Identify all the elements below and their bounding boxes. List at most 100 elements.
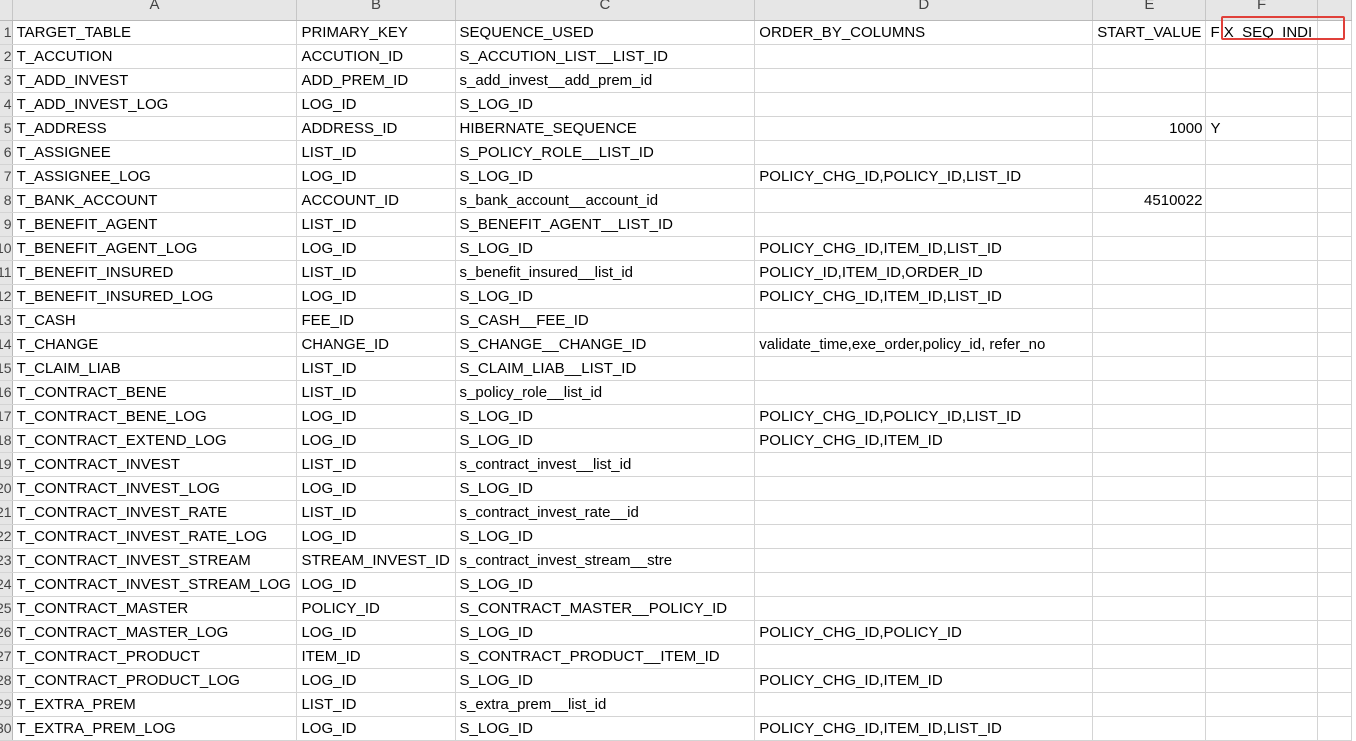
cell[interactable]	[1092, 692, 1207, 717]
cell[interactable]	[1317, 572, 1353, 597]
cell[interactable]: LIST_ID	[296, 500, 456, 525]
row-header[interactable]: 18	[0, 428, 13, 453]
cell[interactable]	[1092, 308, 1207, 333]
cell[interactable]	[1205, 716, 1318, 741]
cell[interactable]	[1317, 116, 1353, 141]
cell[interactable]	[1205, 668, 1318, 693]
row-header[interactable]: 28	[0, 668, 13, 693]
cell[interactable]: T_BANK_ACCOUNT	[12, 188, 298, 213]
cell[interactable]: S_CLAIM_LIAB__LIST_ID	[455, 356, 756, 381]
cell[interactable]	[754, 140, 1094, 165]
cell[interactable]	[1205, 500, 1318, 525]
cell[interactable]	[754, 356, 1094, 381]
cell[interactable]: T_CONTRACT_BENE_LOG	[12, 404, 298, 429]
cell[interactable]: S_LOG_ID	[455, 572, 756, 597]
cell[interactable]: T_CONTRACT_INVEST	[12, 452, 298, 477]
cell[interactable]: T_ASSIGNEE_LOG	[12, 164, 298, 189]
cell[interactable]	[1317, 68, 1353, 93]
cell[interactable]	[1317, 356, 1353, 381]
row-header[interactable]: 10	[0, 236, 13, 261]
cell[interactable]: T_BENEFIT_INSURED_LOG	[12, 284, 298, 309]
cell[interactable]	[1317, 188, 1353, 213]
cell[interactable]	[1205, 164, 1318, 189]
cell[interactable]	[1205, 452, 1318, 477]
cell[interactable]	[1205, 44, 1318, 69]
cell[interactable]	[1317, 236, 1353, 261]
cell[interactable]: LIST_ID	[296, 356, 456, 381]
cell[interactable]: LIST_ID	[296, 380, 456, 405]
cell[interactable]	[1205, 404, 1318, 429]
cell[interactable]: LOG_ID	[296, 716, 456, 741]
row-header[interactable]: 3	[0, 68, 13, 93]
cell[interactable]: T_CHANGE	[12, 332, 298, 357]
row-header[interactable]: 21	[0, 500, 13, 525]
cell[interactable]: T_CONTRACT_INVEST_LOG	[12, 476, 298, 501]
cell[interactable]: S_POLICY_ROLE__LIST_ID	[455, 140, 756, 165]
column-header-f[interactable]: F	[1205, 0, 1318, 21]
row-header[interactable]: 15	[0, 356, 13, 381]
cell[interactable]	[1205, 308, 1318, 333]
cell[interactable]	[1092, 452, 1207, 477]
cell[interactable]: S_LOG_ID	[455, 476, 756, 501]
cell[interactable]: FEE_ID	[296, 308, 456, 333]
cell[interactable]	[1092, 548, 1207, 573]
row-header[interactable]: 6	[0, 140, 13, 165]
cell[interactable]: validate_time,exe_order,policy_id, refer…	[754, 332, 1094, 357]
cell[interactable]: T_ADD_INVEST_LOG	[12, 92, 298, 117]
cell[interactable]: T_CONTRACT_PRODUCT	[12, 644, 298, 669]
cell[interactable]	[1205, 236, 1318, 261]
cell[interactable]	[754, 548, 1094, 573]
cell[interactable]	[1092, 164, 1207, 189]
spreadsheet-grid[interactable]: A B C D E F 1 TARGET_TABLE PRIMARY_KEY SEQU…	[0, 0, 1353, 741]
cell[interactable]	[1092, 716, 1207, 741]
cell[interactable]	[1092, 332, 1207, 357]
cell[interactable]: 1000	[1092, 116, 1207, 141]
cell[interactable]	[1205, 596, 1318, 621]
cell[interactable]	[1205, 332, 1318, 357]
cell[interactable]: LIST_ID	[296, 140, 456, 165]
column-header-g[interactable]	[1317, 0, 1353, 21]
cell[interactable]: S_CASH__FEE_ID	[455, 308, 756, 333]
cell[interactable]: T_CONTRACT_INVEST_RATE	[12, 500, 298, 525]
cell[interactable]	[1205, 476, 1318, 501]
cell[interactable]	[1317, 404, 1353, 429]
column-header-e[interactable]: E	[1092, 0, 1207, 21]
cell[interactable]: S_LOG_ID	[455, 236, 756, 261]
cell[interactable]: LOG_ID	[296, 428, 456, 453]
cell[interactable]	[1205, 188, 1318, 213]
column-header-b[interactable]: B	[296, 0, 456, 21]
row-header[interactable]: 20	[0, 476, 13, 501]
cell[interactable]: ITEM_ID	[296, 644, 456, 669]
cell[interactable]: T_CONTRACT_EXTEND_LOG	[12, 428, 298, 453]
cell[interactable]	[754, 212, 1094, 237]
cell[interactable]: LOG_ID	[296, 620, 456, 645]
cell[interactable]: LOG_ID	[296, 572, 456, 597]
cell[interactable]: ORDER_BY_COLUMNS	[754, 20, 1094, 45]
cell[interactable]	[1092, 596, 1207, 621]
cell[interactable]	[754, 68, 1094, 93]
cell[interactable]	[754, 596, 1094, 621]
row-header[interactable]: 17	[0, 404, 13, 429]
cell[interactable]	[754, 92, 1094, 117]
cell[interactable]	[754, 572, 1094, 597]
cell[interactable]: S_LOG_ID	[455, 620, 756, 645]
row-header[interactable]: 5	[0, 116, 13, 141]
cell[interactable]: LOG_ID	[296, 284, 456, 309]
row-header[interactable]: 8	[0, 188, 13, 213]
cell[interactable]	[754, 116, 1094, 141]
cell[interactable]: SEQUENCE_USED	[455, 20, 756, 45]
row-header[interactable]: 14	[0, 332, 13, 357]
cell[interactable]	[1317, 260, 1353, 285]
cell[interactable]: S_BENEFIT_AGENT__LIST_ID	[455, 212, 756, 237]
cell[interactable]: T_CONTRACT_INVEST_STREAM_LOG	[12, 572, 298, 597]
cell[interactable]	[1317, 44, 1353, 69]
cell[interactable]: PRIMARY_KEY	[296, 20, 456, 45]
cell[interactable]: LIST_ID	[296, 260, 456, 285]
cell[interactable]: POLICY_ID	[296, 596, 456, 621]
cell[interactable]	[1092, 260, 1207, 285]
cell[interactable]: s_bank_account__account_id	[455, 188, 756, 213]
cell[interactable]	[1317, 596, 1353, 621]
cell[interactable]	[1317, 92, 1353, 117]
cell[interactable]	[1317, 284, 1353, 309]
column-header-a[interactable]: A	[12, 0, 298, 21]
